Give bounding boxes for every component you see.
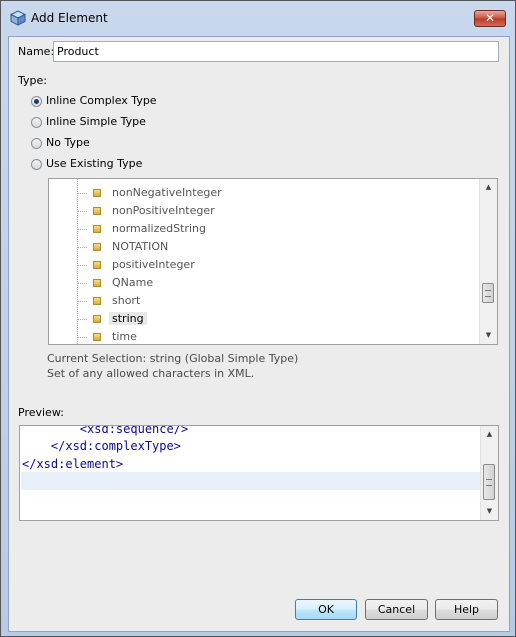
tree-item[interactable]: QName xyxy=(49,274,479,292)
radio-no-type[interactable] xyxy=(31,138,42,149)
tree-connector xyxy=(78,319,87,320)
tree-item-label: time xyxy=(112,330,137,343)
close-icon: ✕ xyxy=(484,11,496,25)
add-element-dialog: Add Element ✕ Name: Type: Inline Complex… xyxy=(0,0,516,637)
existing-type-tree[interactable]: nonNegativeInteger nonPositiveInteger no… xyxy=(48,178,498,345)
scroll-up-icon[interactable]: ▲ xyxy=(481,427,498,442)
tree-connector xyxy=(78,265,87,266)
tree-item-label: NOTATION xyxy=(112,240,169,253)
code-line: <xsd:sequence/> xyxy=(22,425,189,436)
title-bar[interactable]: Add Element ✕ xyxy=(1,1,515,37)
type-label: Type: xyxy=(18,74,47,87)
tree-item-label: short xyxy=(112,294,141,307)
help-button[interactable]: Help xyxy=(435,599,498,620)
tree-item[interactable]: nonNegativeInteger xyxy=(49,184,479,202)
name-label: Name: xyxy=(18,45,55,58)
simple-type-icon xyxy=(93,225,101,233)
radio-inline-complex[interactable] xyxy=(31,96,42,107)
tree-item-label: string xyxy=(109,312,147,325)
scroll-up-icon[interactable]: ▲ xyxy=(480,180,497,195)
radio-label: Inline Simple Type xyxy=(46,115,146,128)
radio-use-existing[interactable] xyxy=(31,159,42,170)
tree-item-label: positiveInteger xyxy=(112,258,195,271)
scroll-down-icon[interactable]: ▼ xyxy=(481,504,498,519)
tree-item[interactable]: time xyxy=(49,328,479,344)
dialog-body: Name: Type: Inline Complex Type Inline S… xyxy=(8,36,510,632)
radio-inline-simple[interactable] xyxy=(31,117,42,128)
app-cube-icon xyxy=(9,10,27,26)
simple-type-icon xyxy=(93,315,101,323)
code-line: </xsd:complexType> xyxy=(22,439,181,453)
tree-item-label: nonPositiveInteger xyxy=(112,204,215,217)
current-line-highlight xyxy=(21,472,481,490)
tree-item[interactable]: nonPositiveInteger xyxy=(49,202,479,220)
tree-item-label: QName xyxy=(112,276,154,289)
radio-label: No Type xyxy=(46,136,90,149)
xml-preview[interactable]: <xsd:sequence/> </xsd:complexType> </xsd… xyxy=(19,425,499,521)
tree-item[interactable]: positiveInteger xyxy=(49,256,479,274)
simple-type-icon xyxy=(93,207,101,215)
tree-item[interactable]: NOTATION xyxy=(49,238,479,256)
window-title: Add Element xyxy=(31,11,108,25)
tree-connector xyxy=(78,211,87,212)
tree-connector xyxy=(78,247,87,248)
tree-connector xyxy=(78,229,87,230)
name-input[interactable] xyxy=(53,41,499,62)
close-button[interactable]: ✕ xyxy=(474,10,506,27)
preview-label: Preview: xyxy=(18,406,64,419)
selection-description: Set of any allowed characters in XML. xyxy=(47,367,255,380)
simple-type-icon xyxy=(93,297,101,305)
scroll-down-icon[interactable]: ▼ xyxy=(480,328,497,343)
tree-connector xyxy=(78,337,87,338)
simple-type-icon xyxy=(93,333,101,341)
simple-type-icon xyxy=(93,243,101,251)
current-selection-text: Current Selection: string (Global Simple… xyxy=(47,352,299,365)
simple-type-icon xyxy=(93,261,101,269)
radio-label: Inline Complex Type xyxy=(46,94,157,107)
cancel-button[interactable]: Cancel xyxy=(365,599,428,620)
tree-item-label: nonNegativeInteger xyxy=(112,186,222,199)
tree-connector xyxy=(78,301,87,302)
radio-label: Use Existing Type xyxy=(46,157,143,170)
scroll-thumb[interactable] xyxy=(482,283,494,303)
tree-scrollbar[interactable]: ▲ ▼ xyxy=(479,179,497,344)
scroll-thumb[interactable] xyxy=(483,464,495,500)
preview-scrollbar[interactable]: ▲ ▼ xyxy=(480,426,498,520)
tree-item[interactable]: short xyxy=(49,292,479,310)
tree-item-selected[interactable]: string xyxy=(49,310,479,328)
code-line: </xsd:element> xyxy=(22,457,124,471)
tree-connector xyxy=(78,283,87,284)
tree-item[interactable]: normalizedString xyxy=(49,220,479,238)
simple-type-icon xyxy=(93,189,101,197)
tree-item-label: normalizedString xyxy=(112,222,206,235)
tree-connector xyxy=(78,193,87,194)
ok-button[interactable]: OK xyxy=(295,599,357,620)
simple-type-icon xyxy=(93,279,101,287)
